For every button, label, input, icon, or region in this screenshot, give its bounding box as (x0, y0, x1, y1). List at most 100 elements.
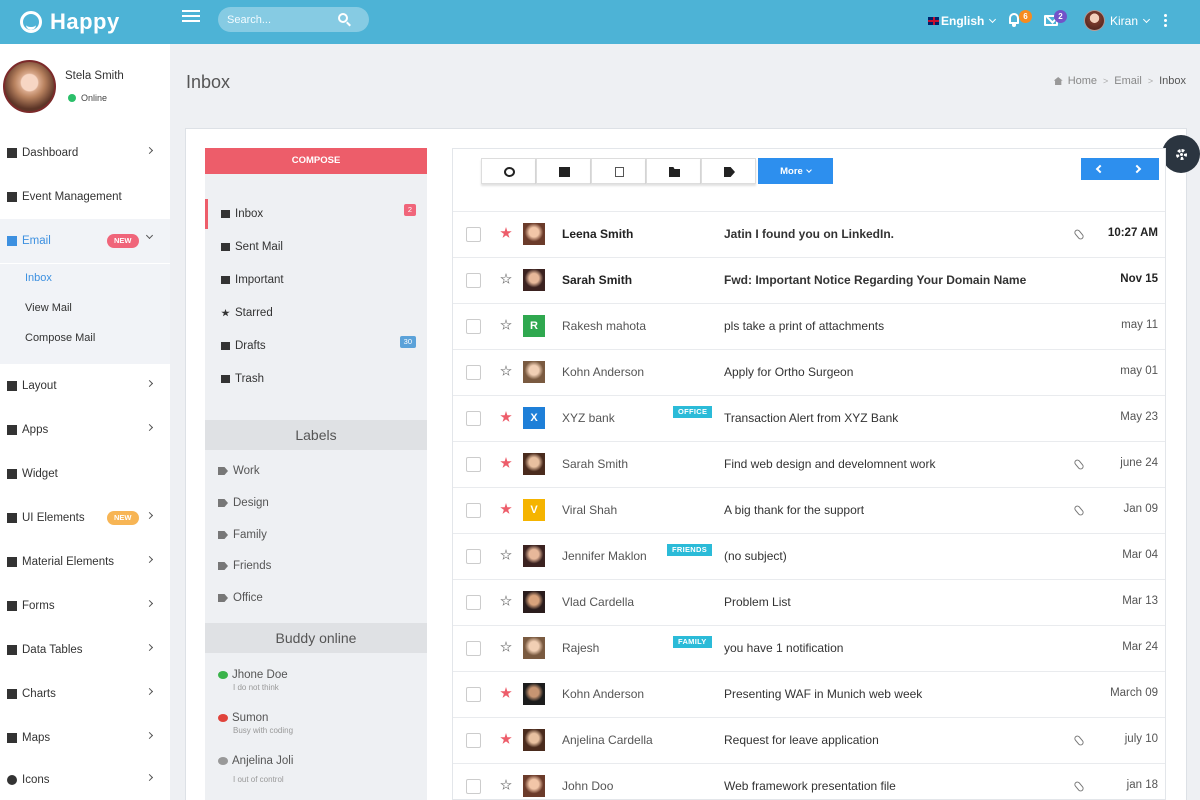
search-icon[interactable] (338, 13, 348, 23)
row-checkbox[interactable] (466, 779, 481, 794)
star-outline-icon[interactable] (500, 549, 512, 560)
email-row[interactable]: Leena Smith Jatin I found you on LinkedIn… (453, 211, 1165, 257)
sidebar-item-email[interactable]: Email NEW (0, 219, 170, 263)
language-selector[interactable]: English (928, 14, 997, 28)
breadcrumb-email[interactable]: Email (1114, 75, 1142, 87)
email-row[interactable]: Anjelina Cardella Request for leave appli… (453, 717, 1165, 763)
submenu-item-inbox[interactable]: Inbox (25, 272, 52, 284)
email-row[interactable]: John Doo Web framework presentation file j… (453, 763, 1165, 800)
sidebar-item-event-management[interactable]: Event Management (0, 175, 170, 219)
buddy-status: I do not think (233, 683, 279, 692)
prev-page-button[interactable] (1081, 158, 1120, 180)
folder-trash[interactable]: Trash (205, 364, 427, 394)
email-row[interactable]: Vlad Cardella Problem List Mar 13 (453, 579, 1165, 625)
star-filled-icon[interactable] (500, 733, 512, 744)
folder-important[interactable]: Important (205, 265, 427, 295)
more-vertical-icon[interactable] (1164, 14, 1168, 29)
sidebar-item-dashboard[interactable]: Dashboard (0, 131, 170, 175)
star-outline-icon[interactable] (500, 779, 512, 790)
folder-button[interactable] (646, 158, 701, 184)
email-row[interactable]: Kohn Anderson Apply for Ortho Surgeon may … (453, 349, 1165, 395)
row-checkbox[interactable] (466, 227, 481, 242)
sidebar-item-label: Layout (22, 380, 57, 392)
row-checkbox[interactable] (466, 365, 481, 380)
email-row[interactable]: Kohn Anderson Presenting WAF in Munich we… (453, 671, 1165, 717)
refresh-button[interactable] (481, 158, 536, 184)
label-friends[interactable]: Friends (218, 560, 271, 572)
chat-bubble-icon (218, 671, 228, 679)
label-office[interactable]: Office (218, 592, 263, 604)
next-page-button[interactable] (1120, 158, 1159, 180)
row-checkbox[interactable] (466, 595, 481, 610)
star-filled-icon[interactable] (500, 411, 512, 422)
tag-button[interactable] (701, 158, 756, 184)
compose-button[interactable]: COMPOSE (205, 148, 427, 174)
sidebar-item-material-elements[interactable]: Material Elements (0, 540, 170, 584)
monitor-icon (7, 381, 17, 391)
email-row[interactable]: V Viral Shah A big thank for the support Ja… (453, 487, 1165, 533)
star-outline-icon[interactable] (500, 319, 512, 330)
archive-button[interactable] (536, 158, 591, 184)
label-work[interactable]: Work (218, 465, 260, 477)
row-checkbox[interactable] (466, 549, 481, 564)
email-row[interactable]: X XYZ bank OFFICE Transaction Alert from XY… (453, 395, 1165, 441)
breadcrumb-home[interactable]: Home (1068, 75, 1097, 87)
delete-button[interactable] (591, 158, 646, 184)
star-outline-icon[interactable] (500, 641, 512, 652)
row-checkbox[interactable] (466, 319, 481, 334)
row-checkbox[interactable] (466, 641, 481, 656)
star-filled-icon[interactable] (500, 687, 512, 698)
star-filled-icon[interactable] (500, 227, 512, 238)
sidebar-item-widget[interactable]: Widget (0, 452, 170, 496)
folder-sent-mail[interactable]: Sent Mail (205, 232, 427, 262)
submenu-item-compose-mail[interactable]: Compose Mail (25, 332, 95, 344)
brand[interactable]: Happy (20, 8, 120, 36)
row-checkbox[interactable] (466, 457, 481, 472)
star-filled-icon[interactable] (500, 503, 512, 514)
sidebar-item-ui-elements[interactable]: UI Elements NEW (0, 496, 170, 540)
sidebar-item-forms[interactable]: Forms (0, 584, 170, 628)
row-checkbox[interactable] (466, 411, 481, 426)
profile-avatar[interactable] (3, 60, 56, 113)
folder-drafts[interactable]: Drafts 30 (205, 331, 427, 361)
buddy-item[interactable]: Anjelina Joli I out of control (218, 755, 293, 784)
folder-inbox[interactable]: Inbox 2 (205, 199, 427, 229)
email-row[interactable]: Sarah Smith Find web design and develomne… (453, 441, 1165, 487)
sidebar-item-layout[interactable]: Layout (0, 364, 170, 408)
buddy-item[interactable]: Jhone Doe I do not think (218, 669, 288, 692)
label-family[interactable]: Family (218, 529, 267, 541)
star-outline-icon[interactable] (500, 595, 512, 606)
email-submenu: Inbox View Mail Compose Mail (0, 264, 170, 364)
sidebar-item-maps[interactable]: Maps (0, 716, 170, 760)
more-dropdown-button[interactable]: More (758, 158, 833, 184)
star-filled-icon[interactable] (500, 457, 512, 468)
row-checkbox[interactable] (466, 503, 481, 518)
submenu-item-view-mail[interactable]: View Mail (25, 302, 72, 314)
sidebar-item-apps[interactable]: Apps (0, 408, 170, 452)
sidebar-item-charts[interactable]: Charts (0, 672, 170, 716)
email-row[interactable]: Sarah Smith Fwd: Important Notice Regardi… (453, 257, 1165, 303)
folder-starred[interactable]: Starred (205, 298, 427, 328)
star-icon (221, 309, 230, 317)
settings-gear-button[interactable] (1162, 135, 1200, 173)
folder-label: Trash (235, 373, 264, 385)
buddy-item[interactable]: Sumon Busy with coding (218, 712, 293, 735)
sender-letter-avatar: R (523, 315, 545, 337)
sidebar-item-data-tables[interactable]: Data Tables (0, 628, 170, 672)
row-checkbox[interactable] (466, 687, 481, 702)
email-row[interactable]: Jennifer Maklon FRIENDS (no subject) Mar 04 (453, 533, 1165, 579)
sidebar-item-icons[interactable]: Icons (0, 758, 170, 800)
row-checkbox[interactable] (466, 733, 481, 748)
sender-name: Leena Smith (562, 227, 634, 241)
sender-avatar (523, 683, 545, 705)
search-input[interactable] (218, 7, 333, 32)
label-design[interactable]: Design (218, 497, 269, 509)
user-menu[interactable]: Kiran (1084, 10, 1151, 31)
email-row[interactable]: R Rakesh mahota pls take a print of attach… (453, 303, 1165, 349)
email-row[interactable]: Rajesh FAMILY you have 1 notification Mar 2… (453, 625, 1165, 671)
circle-icon (7, 775, 17, 785)
star-outline-icon[interactable] (500, 365, 512, 376)
menu-toggle-icon[interactable] (182, 7, 200, 25)
star-outline-icon[interactable] (500, 273, 512, 284)
row-checkbox[interactable] (466, 273, 481, 288)
